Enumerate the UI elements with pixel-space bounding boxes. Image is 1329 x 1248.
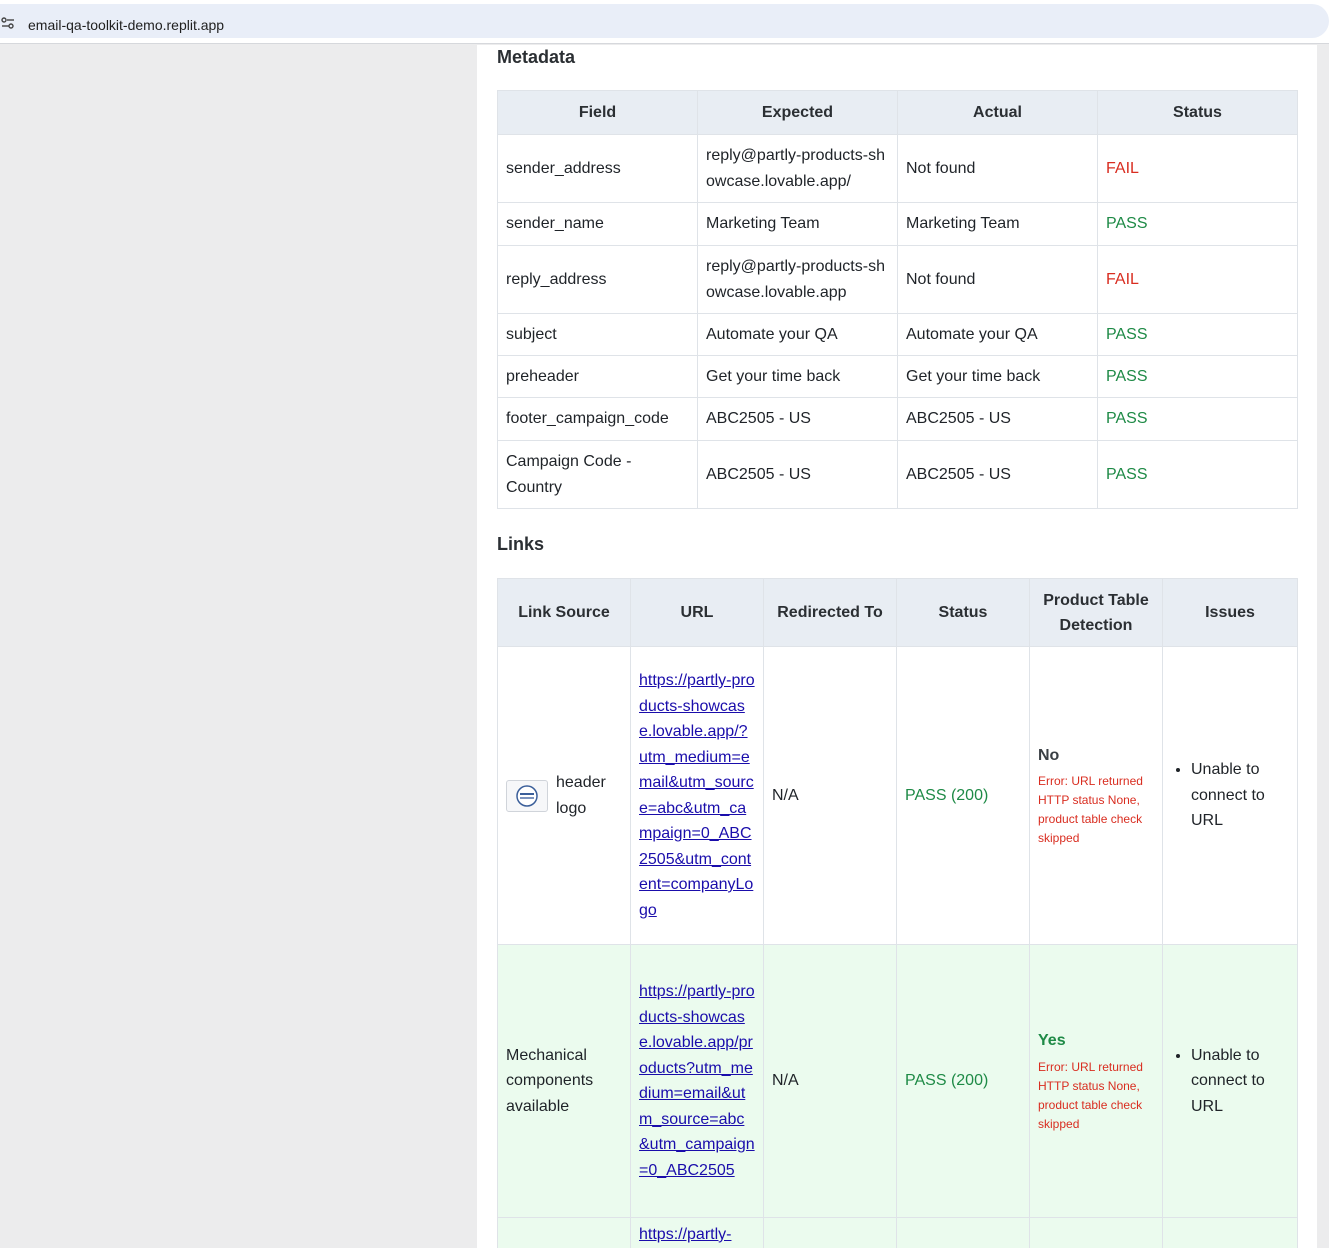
- status-cell: PASS: [1097, 440, 1298, 509]
- col-link-source: Link Source: [497, 578, 631, 647]
- issues-cell: Unable to connect to URL: [1162, 944, 1298, 1218]
- expected-cell: reply@partly-products-showcase.lovable.a…: [697, 245, 898, 314]
- url-cell: https://partly-products-showcase.lovable…: [630, 944, 764, 1218]
- col-issues: Issues: [1162, 578, 1298, 647]
- url-link[interactable]: https://partly-products-showcase.lovable…: [639, 672, 755, 919]
- status-cell: PASS: [1097, 397, 1298, 441]
- actual-cell: ABC2505 - US: [897, 397, 1098, 441]
- detection-cell: No Error: URL returned HTTP status None,…: [1029, 646, 1163, 945]
- issues-cell: [1162, 1217, 1298, 1248]
- url-link[interactable]: https://partly-: [639, 1226, 731, 1243]
- expected-cell: reply@partly-products-showcase.lovable.a…: [697, 134, 898, 203]
- col-redirected-to: Redirected To: [763, 578, 897, 647]
- actual-cell: ABC2505 - US: [897, 440, 1098, 509]
- col-status: Status: [896, 578, 1030, 647]
- status-cell: PASS: [1097, 355, 1298, 398]
- link-source-cell: Mechanical components available: [497, 944, 631, 1218]
- field-cell: subject: [497, 313, 698, 356]
- expected-cell: ABC2505 - US: [697, 440, 898, 509]
- col-field: Field: [497, 90, 698, 135]
- issue-item: Unable to connect to URL: [1191, 1043, 1289, 1120]
- status-cell: [896, 1217, 1030, 1248]
- status-cell: FAIL: [1097, 134, 1298, 203]
- table-row: Mechanical components available https://…: [497, 944, 1298, 1218]
- status-cell: PASS: [1097, 202, 1298, 246]
- issues-cell: Unable to connect to URL: [1162, 646, 1298, 945]
- link-source-cell: header logo: [497, 646, 631, 945]
- actual-cell: Not found: [897, 134, 1098, 203]
- field-cell: sender_name: [497, 202, 698, 246]
- issue-item: Unable to connect to URL: [1191, 757, 1289, 834]
- actual-cell: Marketing Team: [897, 202, 1098, 246]
- table-row: preheader Get your time back Get your ti…: [497, 355, 1298, 398]
- links-header-row: Link Source URL Redirected To Status Pro…: [497, 578, 1298, 647]
- url-cell: https://partly-: [630, 1217, 764, 1248]
- field-cell: footer_campaign_code: [497, 397, 698, 441]
- field-cell: Campaign Code - Country: [497, 440, 698, 509]
- detection-cell: [1029, 1217, 1163, 1248]
- url-cell: https://partly-products-showcase.lovable…: [630, 646, 764, 945]
- expected-cell: Get your time back: [697, 355, 898, 398]
- table-row: sender_name Marketing Team Marketing Tea…: [497, 202, 1298, 246]
- field-cell: reply_address: [497, 245, 698, 314]
- col-expected: Expected: [697, 90, 898, 135]
- redirected-cell: [763, 1217, 897, 1248]
- col-url: URL: [630, 578, 764, 647]
- url-link[interactable]: https://partly-products-showcase.lovable…: [639, 983, 755, 1179]
- status-cell: PASS (200): [896, 646, 1030, 945]
- logo-image-icon: [516, 784, 538, 807]
- url-text[interactable]: email-qa-toolkit-demo.replit.app: [28, 17, 224, 33]
- col-status: Status: [1097, 90, 1298, 135]
- detection-result: No: [1038, 746, 1060, 764]
- redirected-cell: N/A: [763, 944, 897, 1218]
- table-row: header logo https://partly-products-show…: [497, 646, 1298, 945]
- redirected-cell: N/A: [763, 646, 897, 945]
- expected-cell: ABC2505 - US: [697, 397, 898, 441]
- metadata-heading: Metadata: [497, 47, 576, 67]
- expected-cell: Marketing Team: [697, 202, 898, 246]
- field-cell: sender_address: [497, 134, 698, 203]
- report-content: Metadata Field Expected Actual Status se…: [477, 45, 1317, 1248]
- metadata-table: Field Expected Actual Status sender_addr…: [497, 90, 1298, 509]
- link-source-cell: [497, 1217, 631, 1248]
- status-cell: FAIL: [1097, 245, 1298, 314]
- links-heading: Links: [497, 534, 545, 554]
- actual-cell: Automate your QA: [897, 313, 1098, 356]
- table-row: Campaign Code - Country ABC2505 - US ABC…: [497, 440, 1298, 509]
- table-row: footer_campaign_code ABC2505 - US ABC250…: [497, 397, 1298, 441]
- expected-cell: Automate your QA: [697, 313, 898, 356]
- links-table: Link Source URL Redirected To Status Pro…: [497, 578, 1298, 1248]
- col-actual: Actual: [897, 90, 1098, 135]
- detection-cell: Yes Error: URL returned HTTP status None…: [1029, 944, 1163, 1218]
- omnibox[interactable]: email-qa-toolkit-demo.replit.app: [0, 4, 1329, 38]
- field-cell: preheader: [497, 355, 698, 398]
- table-row: sender_address reply@partly-products-sho…: [497, 134, 1298, 203]
- table-row: https://partly-: [497, 1217, 1298, 1248]
- status-cell: PASS: [1097, 313, 1298, 356]
- actual-cell: Not found: [897, 245, 1098, 314]
- site-settings-icon[interactable]: [1, 16, 15, 30]
- detection-error: Error: URL returned HTTP status None, pr…: [1038, 1059, 1143, 1131]
- status-cell: PASS (200): [896, 944, 1030, 1218]
- metadata-header-row: Field Expected Actual Status: [497, 90, 1298, 135]
- browser-address-bar: email-qa-toolkit-demo.replit.app: [0, 0, 1329, 44]
- link-source-label: header logo: [556, 774, 606, 817]
- header-logo-thumbnail: [506, 779, 548, 812]
- col-product-table-detection: Product Table Detection: [1029, 578, 1163, 647]
- actual-cell: Get your time back: [897, 355, 1098, 398]
- table-row: subject Automate your QA Automate your Q…: [497, 313, 1298, 356]
- left-empty-pane: [0, 45, 476, 1248]
- detection-error: Error: URL returned HTTP status None, pr…: [1038, 774, 1143, 846]
- table-row: reply_address reply@partly-products-show…: [497, 245, 1298, 314]
- detection-result: Yes: [1038, 1032, 1066, 1050]
